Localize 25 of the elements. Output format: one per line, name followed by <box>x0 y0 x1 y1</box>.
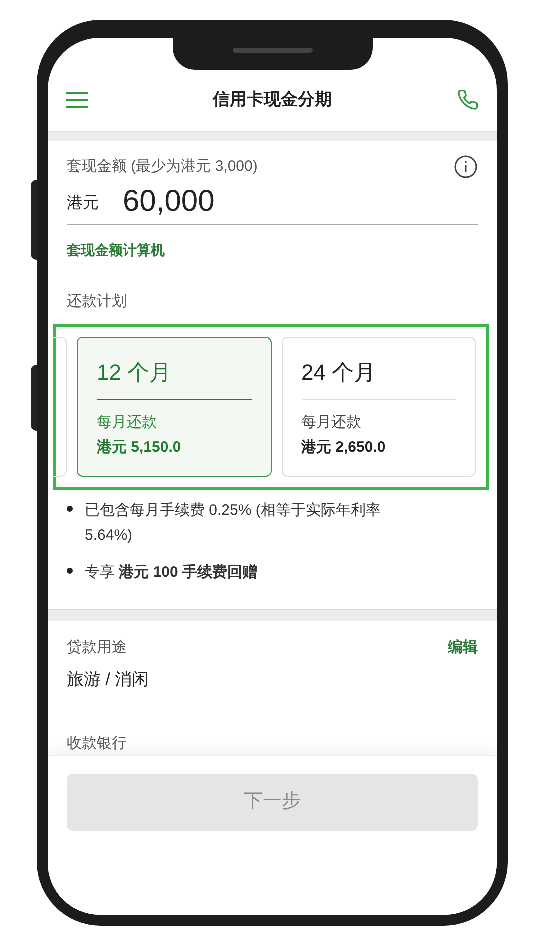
note-text: 已包含每月手续费 0.25% (相等于实际年利率 5.64%) <box>85 500 382 546</box>
plan-card[interactable]: 24 个月 每月还款 港元 2,650.0 <box>282 336 476 476</box>
payment-amount: 港元 2,650.0 <box>302 438 387 458</box>
payment-caption: 每月还款 <box>302 412 362 432</box>
field-label: 套现金额 (最少为港元 3,000) <box>67 156 258 177</box>
amount-field[interactable]: 港元 60,000 <box>67 183 478 225</box>
section-label: 收款银行 <box>67 734 128 754</box>
calculator-link[interactable]: 套现金额计算机 <box>67 240 478 261</box>
menu-icon[interactable] <box>66 92 88 108</box>
note-text: 专享 港元 100 手续费回赠 <box>85 562 259 582</box>
speaker-icon <box>232 48 312 52</box>
plan-card[interactable]: 12 个月 每月还款 港元 5,150.0 <box>77 336 272 476</box>
payment-amount: 港元 5,150.0 <box>97 438 182 458</box>
payment-caption: 每月还款 <box>97 412 158 432</box>
term-label: 12 个月 <box>97 356 252 400</box>
section-label: 还款计划 <box>67 292 128 312</box>
section-label: 贷款用途 <box>67 638 127 658</box>
purpose-value: 旅游 / 消闲 <box>67 669 150 691</box>
bullet-icon <box>67 506 73 512</box>
term-label: 24 个月 <box>302 356 456 400</box>
phone-icon[interactable] <box>457 88 479 110</box>
bullet-icon <box>67 568 73 574</box>
edit-link[interactable]: 编辑 <box>448 636 478 659</box>
page-title: 信用卡现金分期 <box>213 88 332 111</box>
info-icon[interactable] <box>454 155 478 179</box>
